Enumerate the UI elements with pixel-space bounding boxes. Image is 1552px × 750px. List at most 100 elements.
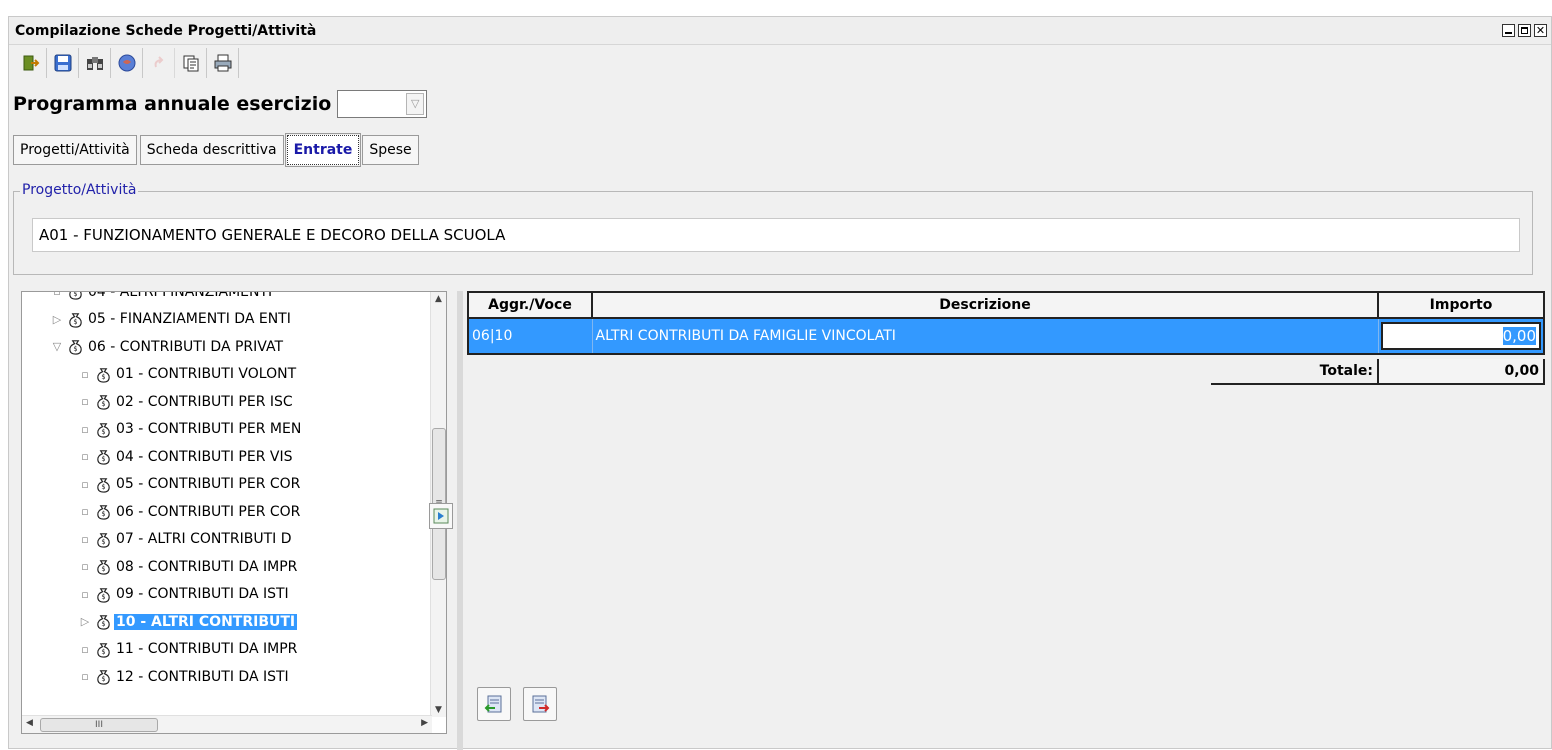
money-bag-icon: $	[92, 366, 114, 383]
tree-item[interactable]: ▫ $07 - ALTRI CONTRIBUTI D	[22, 526, 402, 554]
esercizio-select[interactable]: ▽	[337, 90, 428, 118]
tree-item-label: 06 - CONTRIBUTI DA PRIVAT	[88, 338, 284, 355]
entrate-grid: Aggr./Voce Descrizione Importo 06|10 ALT…	[467, 291, 1545, 355]
money-bag-icon: $	[92, 476, 114, 493]
svg-text:$: $	[101, 400, 105, 408]
tree-horizontal-scrollbar[interactable]: ◀ III ▶	[22, 715, 432, 733]
amount-input[interactable]: 0,00	[1380, 322, 1541, 350]
search-button[interactable]	[79, 48, 111, 78]
money-bag-icon: $	[92, 531, 114, 548]
svg-text:$: $	[101, 373, 105, 381]
grid-panel: Aggr./Voce Descrizione Importo 06|10 ALT…	[465, 291, 1547, 734]
grid-header-row: Aggr./Voce Descrizione Importo	[467, 291, 1545, 319]
progetto-field[interactable]: A01 - FUNZIONAMENTO GENERALE E DECORO DE…	[32, 218, 1520, 252]
scroll-left-icon[interactable]: ◀	[26, 718, 33, 728]
tree-item[interactable]: ▫ $05 - CONTRIBUTI PER COR	[22, 471, 402, 499]
exit-button[interactable]	[15, 48, 47, 78]
totals-row: Totale: 0,00	[467, 359, 1545, 385]
row-code[interactable]: 06|10	[467, 317, 593, 355]
minimize-button[interactable]	[1502, 24, 1515, 37]
expand-toggle-icon[interactable]: ▷	[50, 313, 64, 326]
table-row[interactable]: 06|10 ALTRI CONTRIBUTI DA FAMIGLIE VINCO…	[467, 317, 1545, 355]
tree-item[interactable]: ▽ $06 - CONTRIBUTI DA PRIVAT	[22, 333, 402, 361]
programma-row: Programma annuale esercizio ▽	[13, 89, 428, 119]
globe-icon	[118, 54, 135, 72]
tab-spese[interactable]: Spese	[362, 135, 419, 165]
leaf-node-icon: ▫	[81, 367, 89, 381]
exit-icon	[23, 55, 39, 71]
tree-item[interactable]: ▫ $06 - CONTRIBUTI PER COR	[22, 498, 402, 526]
tab-scheda-descrittiva[interactable]: Scheda descrittiva	[139, 135, 284, 165]
expand-toggle-icon[interactable]: ▽	[50, 340, 64, 353]
close-icon: ✕	[1535, 24, 1546, 37]
leaf-node-icon: ▫	[81, 395, 89, 409]
leaf-node-icon: ▫	[81, 532, 89, 546]
toolbar	[9, 47, 1551, 79]
close-button[interactable]: ✕	[1534, 24, 1547, 37]
tree-item[interactable]: ▫ $08 - CONTRIBUTI DA IMPR	[22, 553, 402, 581]
scroll-down-icon[interactable]: ▼	[431, 705, 446, 715]
svg-text:$: $	[101, 483, 105, 491]
leaf-node-icon: ▫	[81, 450, 89, 464]
undo-button[interactable]	[143, 48, 175, 78]
money-bag-icon: $	[92, 641, 114, 658]
remove-row-button[interactable]	[523, 687, 557, 721]
print-button[interactable]	[207, 48, 239, 78]
svg-text:$: $	[101, 648, 105, 656]
tree-item[interactable]: ▫ $02 - CONTRIBUTI PER ISC	[22, 388, 402, 416]
svg-text:$: $	[101, 593, 105, 601]
chevron-down-icon[interactable]: ▽	[406, 93, 425, 115]
svg-text:$: $	[101, 510, 105, 518]
save-button[interactable]	[47, 48, 79, 78]
title-bar: Compilazione Schede Progetti/Attività ✕	[9, 17, 1551, 45]
svg-text:$: $	[101, 565, 105, 573]
tree-item[interactable]: ▫ $09 - CONTRIBUTI DA ISTI	[22, 581, 402, 609]
tab-entrate[interactable]: Entrate	[284, 133, 362, 167]
money-bag-icon: $	[92, 421, 114, 438]
tree-item[interactable]: ▫ $03 - CONTRIBUTI PER MEN	[22, 416, 402, 444]
tree-item-label: 08 - CONTRIBUTI DA IMPR	[116, 558, 298, 575]
tree-item[interactable]: ▫ $04 - ALTRI FINANZIAMENTI	[22, 291, 402, 306]
svg-text:$: $	[73, 345, 77, 353]
import-row-button[interactable]	[477, 687, 511, 721]
svg-text:$: $	[101, 620, 105, 628]
progetto-legend: Progetto/Attività	[20, 182, 139, 198]
tab-strip: Progetti/Attività Scheda descrittiva Ent…	[13, 133, 419, 167]
money-bag-icon: $	[92, 586, 114, 603]
tree-item[interactable]: ▫ $12 - CONTRIBUTI DA ISTI	[22, 663, 402, 691]
total-value: 0,00	[1379, 359, 1545, 385]
column-header-amount[interactable]: Importo	[1377, 291, 1545, 319]
leaf-node-icon: ▫	[53, 291, 61, 299]
tab-progetti-attivita[interactable]: Progetti/Attività	[13, 135, 137, 165]
add-to-grid-button[interactable]	[429, 503, 453, 529]
tree-item-label: 10 - ALTRI CONTRIBUTI	[114, 613, 298, 630]
import-icon	[484, 695, 502, 713]
globe-button[interactable]	[111, 48, 143, 78]
panel-splitter[interactable]	[457, 291, 463, 750]
hscroll-thumb[interactable]: III	[40, 718, 158, 732]
scroll-up-icon[interactable]: ▲	[431, 294, 446, 304]
money-bag-icon: $	[92, 448, 114, 465]
scroll-right-icon[interactable]: ▶	[421, 718, 428, 728]
app-window: Compilazione Schede Progetti/Attività ✕	[8, 16, 1552, 750]
tree-item[interactable]: ▫ $04 - CONTRIBUTI PER VIS	[22, 443, 402, 471]
tree-item-label: 03 - CONTRIBUTI PER MEN	[116, 421, 302, 438]
tree-item[interactable]: ▫ $11 - CONTRIBUTI DA IMPR	[22, 636, 402, 664]
tree-item[interactable]: ▫ $01 - CONTRIBUTI VOLONT	[22, 361, 402, 389]
entrate-tree[interactable]: ▫ $04 - ALTRI FINANZIAMENTI ▷ $05 - FINANZI…	[21, 291, 447, 734]
column-header-description[interactable]: Descrizione	[591, 291, 1379, 319]
save-icon	[54, 54, 71, 72]
undo-icon	[154, 56, 163, 68]
maximize-button[interactable]	[1518, 24, 1531, 37]
programma-label: Programma annuale esercizio	[13, 93, 332, 115]
row-amount-cell[interactable]: 0,00	[1378, 317, 1545, 355]
tree-item[interactable]: ▷ $10 - ALTRI CONTRIBUTI	[22, 608, 402, 636]
row-description[interactable]: ALTRI CONTRIBUTI DA FAMIGLIE VINCOLATI	[592, 317, 1379, 355]
expand-toggle-icon[interactable]: ▷	[78, 615, 92, 628]
column-header-code[interactable]: Aggr./Voce	[467, 291, 593, 319]
tree-item-label: 06 - CONTRIBUTI PER COR	[116, 503, 301, 520]
money-bag-icon: $	[64, 338, 86, 355]
copy-button[interactable]	[175, 48, 207, 78]
tree-item[interactable]: ▷ $05 - FINANZIAMENTI DA ENTI	[22, 306, 402, 334]
tree-item-label: 09 - CONTRIBUTI DA ISTI	[116, 586, 289, 603]
